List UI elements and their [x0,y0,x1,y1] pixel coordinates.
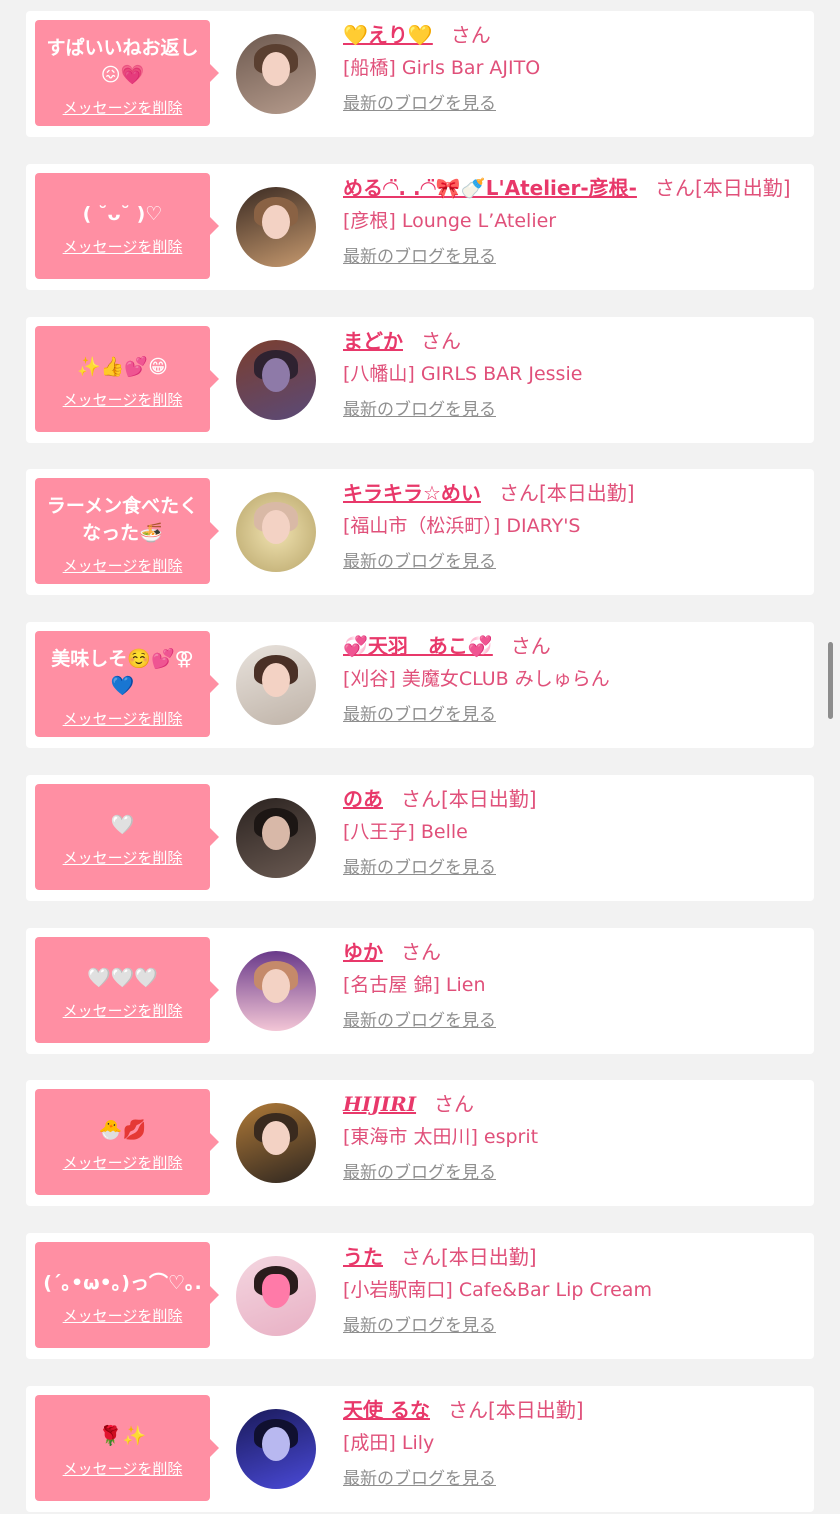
today-working-badge: [本日出勤] [487,1398,584,1422]
today-working-badge: [本日出勤] [694,176,791,200]
avatar[interactable] [236,34,316,114]
san-label: さん [450,23,491,47]
cast-name-link[interactable]: のあ [343,787,383,811]
cast-name-link[interactable]: キラキラ☆めい [343,481,481,505]
latest-blog-link[interactable]: 最新のブログを見る [343,549,496,575]
message-bubble: 🐣💋 メッセージを削除 [35,1089,219,1195]
delete-message-link[interactable]: メッセージを削除 [63,1458,183,1479]
latest-blog-link[interactable]: 最新のブログを見る [343,397,496,423]
message-text: 🤍 [110,814,135,836]
san-label: さん [401,1245,441,1269]
today-working-badge: [本日出勤] [538,481,635,505]
san-label: さん [401,787,441,811]
shop-name: [東海市 太田川] esprit [343,1126,539,1148]
cast-name-link[interactable]: まどか [343,329,403,353]
avatar[interactable] [236,187,316,267]
message-card: 🤍 メッセージを削除 のあ さん[本日出勤] [八王子] Belle 最新のブログ… [26,775,814,901]
message-text: 🤍🤍🤍 [87,967,158,989]
avatar[interactable] [236,1103,316,1183]
message-text: ラーメン食べたくなった🍜 [46,494,199,544]
cast-name-link[interactable]: HIJIRI [343,1092,416,1116]
avatar[interactable] [236,1256,316,1336]
message-card: すぱいいねお返し😖💗 メッセージを削除 💛えり💛 さん [船橋] Girls Ba… [26,11,814,137]
message-card: ラーメン食べたくなった🍜 メッセージを削除 キラキラ☆めい さん[本日出勤] [福… [26,469,814,595]
shop-name: [八幡山] GIRLS BAR Jessie [343,363,583,385]
shop-name: [名古屋 錦] Lien [343,974,486,996]
message-bubble: 🌹✨ メッセージを削除 [35,1395,219,1501]
shop-name: [成田] Lily [343,1432,435,1454]
avatar[interactable] [236,645,316,725]
message-bubble: 美味しそ☺️💕⚢💙 メッセージを削除 [35,631,219,737]
latest-blog-link[interactable]: 最新のブログを見る [343,1160,496,1186]
message-bubble: 🤍 メッセージを削除 [35,784,219,890]
latest-blog-link[interactable]: 最新のブログを見る [343,855,496,881]
message-card: 🤍🤍🤍 メッセージを削除 ゆか さん [名古屋 錦] Lien 最新のブログを見る [26,928,814,1054]
cast-name-link[interactable]: うた [343,1245,383,1269]
message-text: ( ˘ᴗ˘ )♡ [82,203,163,225]
cast-name-link[interactable]: 💞天羽 あこ💞 [343,634,493,658]
shop-name: [刈谷] 美魔女CLUB みしゅらん [343,668,610,690]
latest-blog-link[interactable]: 最新のブログを見る [343,91,496,117]
message-bubble: ✨👍💕😁 メッセージを削除 [35,326,219,432]
message-bubble: ( ˘ᴗ˘ )♡ メッセージを削除 [35,173,219,279]
message-text: 🌹✨ [98,1425,147,1447]
delete-message-link[interactable]: メッセージを削除 [63,97,183,118]
delete-message-link[interactable]: メッセージを削除 [63,389,183,410]
today-working-badge: [本日出勤] [441,1245,537,1269]
message-text: 美味しそ☺️💕⚢💙 [51,647,194,697]
delete-message-link[interactable]: メッセージを削除 [63,847,183,868]
message-text: ✨👍💕😁 [77,356,168,378]
message-card: (´｡•ω•｡)っ⌒♡｡. メッセージを削除 うた さん[本日出勤] [小岩駅南口… [26,1233,814,1359]
delete-message-link[interactable]: メッセージを削除 [63,1305,183,1326]
cast-name-link[interactable]: 天使 るな [343,1398,430,1422]
scrollbar[interactable] [828,642,833,719]
today-working-badge: [本日出勤] [441,787,537,811]
message-text: 🐣💋 [98,1119,147,1141]
avatar[interactable] [236,951,316,1031]
message-card: ( ˘ᴗ˘ )♡ メッセージを削除 める◠̈. .◠̈🎀🍼L'Atelier-彦… [26,164,814,290]
shop-name: [小岩駅南口] Cafe&Bar Lip Cream [343,1279,652,1301]
latest-blog-link[interactable]: 最新のブログを見る [343,1466,496,1492]
message-card: 🌹✨ メッセージを削除 天使 るな さん[本日出勤] [成田] Lily 最新のブ… [26,1386,814,1512]
san-label: さん [447,1398,488,1422]
message-text: (´｡•ω•｡)っ⌒♡｡. [43,1272,202,1294]
message-card: ✨👍💕😁 メッセージを削除 まどか さん [八幡山] GIRLS BAR Jess… [26,317,814,443]
avatar[interactable] [236,1409,316,1489]
avatar[interactable] [236,798,316,878]
shop-name: [彦根] Lounge L’Atelier [343,210,557,232]
delete-message-link[interactable]: メッセージを削除 [63,708,183,729]
cast-name-link[interactable]: める◠̈. .◠̈🎀🍼L'Atelier-彦根- [343,176,637,200]
san-label: さん [654,176,695,200]
message-bubble: すぱいいねお返し😖💗 メッセージを削除 [35,20,219,126]
latest-blog-link[interactable]: 最新のブログを見る [343,244,496,270]
cast-name-link[interactable]: 💛えり💛 [343,23,433,47]
cast-name-link[interactable]: ゆか [343,940,383,964]
delete-message-link[interactable]: メッセージを削除 [63,555,183,576]
shop-name: [船橋] Girls Bar AJITO [343,57,541,79]
message-bubble: ラーメン食べたくなった🍜 メッセージを削除 [35,478,219,584]
san-label: さん [401,940,441,964]
san-label: さん [421,329,461,353]
message-card: 🐣💋 メッセージを削除 HIJIRI さん [東海市 太田川] esprit 最新… [26,1080,814,1206]
san-label: さん [434,1092,475,1116]
delete-message-link[interactable]: メッセージを削除 [63,1000,183,1021]
shop-name: [福山市（松浜町）] DIARY'S [343,515,581,537]
message-text: すぱいいねお返し😖💗 [46,36,199,86]
san-label: さん [510,634,551,658]
delete-message-link[interactable]: メッセージを削除 [63,1152,183,1173]
san-label: さん [498,481,539,505]
message-bubble: 🤍🤍🤍 メッセージを削除 [35,937,219,1043]
avatar[interactable] [236,340,316,420]
latest-blog-link[interactable]: 最新のブログを見る [343,702,496,728]
latest-blog-link[interactable]: 最新のブログを見る [343,1313,496,1339]
avatar[interactable] [236,492,316,572]
shop-name: [八王子] Belle [343,821,468,843]
delete-message-link[interactable]: メッセージを削除 [63,236,183,257]
message-bubble: (´｡•ω•｡)っ⌒♡｡. メッセージを削除 [35,1242,219,1348]
latest-blog-link[interactable]: 最新のブログを見る [343,1008,496,1034]
message-card: 美味しそ☺️💕⚢💙 メッセージを削除 💞天羽 あこ💞 さん [刈谷] 美魔女CLU… [26,622,814,748]
